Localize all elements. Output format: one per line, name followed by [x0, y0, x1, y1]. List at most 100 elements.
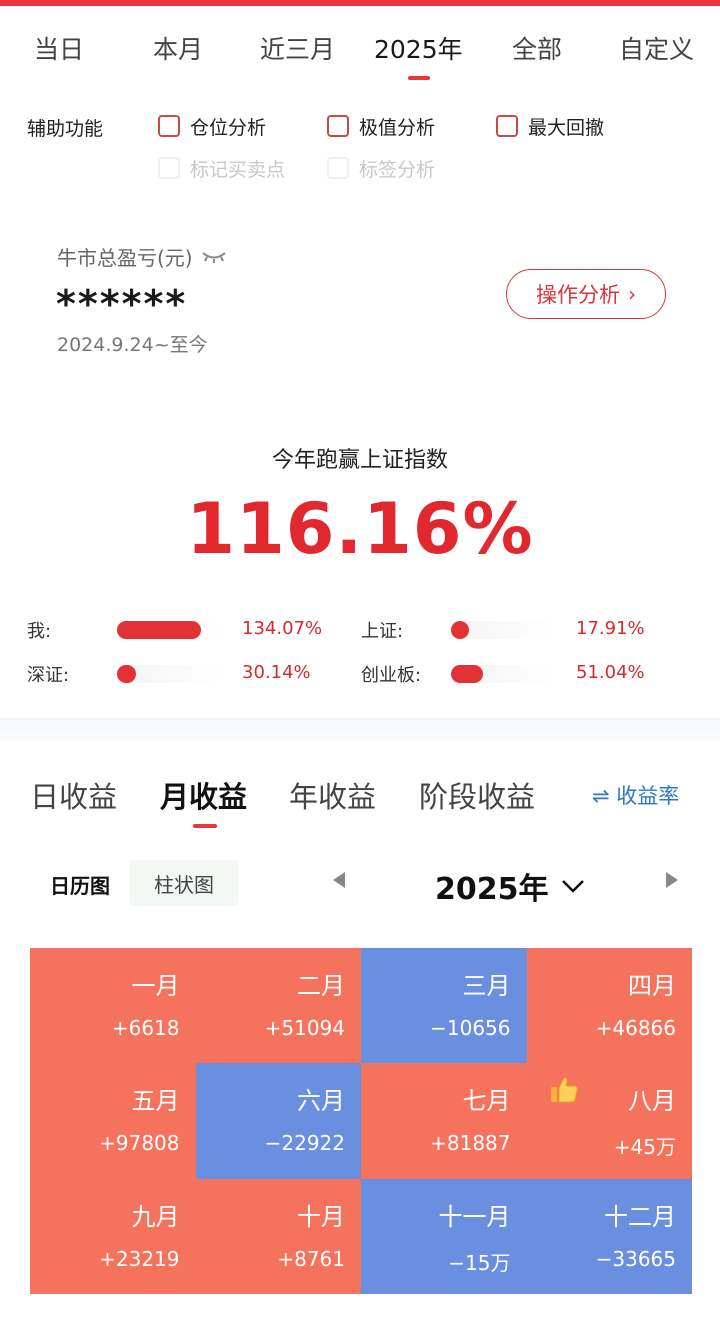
next-year-icon[interactable] — [666, 872, 678, 888]
comparison-label: 我: — [27, 621, 52, 642]
month-value: +8761 — [277, 1246, 345, 1271]
date-range: 2024.9.24~至今 — [57, 334, 208, 356]
month-value: +46866 — [595, 1016, 676, 1040]
top-accent-strip — [0, 0, 720, 6]
monthly-earnings-grid: 一月 +6618 二月 +51094 三月 −10656 四月 +46866 五… — [30, 948, 692, 1294]
comparison-pct: 51.04% — [576, 662, 645, 683]
comparison-pct: 134.07% — [242, 618, 323, 639]
extreme-analysis-checkbox[interactable] — [327, 115, 349, 137]
max-drawdown-label: 最大回撤 — [528, 116, 605, 139]
bar-chart-view-tab[interactable]: 柱状图 — [130, 860, 238, 906]
month-cell-jun[interactable]: 六月 −22922 — [195, 1063, 361, 1179]
comparison-pct: 17.91% — [576, 618, 645, 639]
month-value: −22922 — [264, 1131, 345, 1156]
tab-daily-earnings[interactable]: 日收益 — [30, 774, 117, 816]
mark-trades-option: 标记买卖点 — [158, 156, 286, 181]
tab-this-month[interactable]: 本月 — [153, 30, 203, 66]
calendar-view-tab[interactable]: 日历图 — [50, 870, 110, 899]
operation-analysis-label: 操作分析 — [536, 283, 620, 307]
comparison-bar — [117, 665, 136, 683]
comparison-track — [451, 665, 556, 683]
month-cell-jul[interactable]: 七月 +81887 — [361, 1063, 527, 1179]
position-analysis-label: 仓位分析 — [190, 116, 267, 139]
return-rate-toggle[interactable]: ⇌ 收益率 — [592, 780, 679, 810]
tag-analysis-checkbox — [327, 157, 349, 179]
extreme-analysis-option[interactable]: 极值分析 — [327, 114, 436, 139]
tab-today[interactable]: 当日 — [34, 30, 84, 66]
aux-functions-label: 辅助功能 — [27, 118, 104, 140]
tab-yearly-earnings[interactable]: 年收益 — [289, 774, 376, 816]
month-cell-mar[interactable]: 三月 −10656 — [361, 948, 527, 1064]
bull-market-pnl-text: 牛市总盈亏(元) — [57, 246, 193, 270]
month-name: 一月 — [131, 972, 180, 1000]
month-cell-apr[interactable]: 四月 +46866 — [526, 948, 692, 1064]
month-name: 三月 — [462, 972, 511, 1000]
beat-index-value: 116.16% — [186, 488, 534, 570]
month-value: −10656 — [430, 1016, 511, 1040]
mark-trades-checkbox — [158, 157, 180, 179]
month-value: +6618 — [111, 1016, 180, 1040]
comparison-me: 我: 134.07% — [27, 612, 337, 642]
comparison-shanghai: 上证: 17.91% — [361, 612, 671, 642]
comparison-bar — [117, 621, 201, 639]
chevron-down-icon — [561, 880, 584, 893]
bar-chart-view-label: 柱状图 — [154, 872, 214, 897]
month-name: 十二月 — [604, 1202, 676, 1231]
month-value: +51094 — [264, 1016, 345, 1040]
period-tabs: 当日 本月 近三月 2025年 全部 自定义 — [0, 30, 720, 80]
active-tab-indicator — [408, 76, 430, 80]
month-cell-aug[interactable]: 八月 +45万 — [526, 1063, 692, 1179]
month-name: 八月 — [628, 1087, 676, 1116]
comparison-pct: 30.14% — [242, 662, 311, 683]
month-value: +97808 — [99, 1131, 180, 1156]
comparison-bar — [451, 665, 483, 683]
month-name: 五月 — [131, 1087, 180, 1116]
month-cell-may[interactable]: 五月 +97808 — [30, 1063, 196, 1179]
max-drawdown-option[interactable]: 最大回撤 — [496, 114, 605, 139]
mark-trades-label: 标记买卖点 — [190, 158, 286, 181]
tab-monthly-earnings[interactable]: 月收益 — [160, 774, 247, 816]
month-cell-nov[interactable]: 十一月 −15万 — [361, 1178, 527, 1294]
extreme-analysis-label: 极值分析 — [359, 116, 436, 139]
max-drawdown-checkbox[interactable] — [496, 115, 518, 137]
month-value: +81887 — [430, 1131, 511, 1156]
month-name: 十月 — [297, 1202, 345, 1231]
month-cell-sep[interactable]: 九月 +23219 — [30, 1178, 196, 1294]
comparison-label: 上证: — [361, 621, 404, 642]
previous-year-icon[interactable] — [333, 872, 345, 888]
tab-stage-earnings[interactable]: 阶段收益 — [419, 774, 535, 816]
month-value: −33665 — [595, 1246, 676, 1271]
hidden-pnl-value: ****** — [56, 282, 188, 326]
month-value: +45万 — [613, 1135, 676, 1160]
comparison-chinext: 创业板: 51.04% — [361, 656, 671, 686]
month-cell-dec[interactable]: 十二月 −33665 — [526, 1178, 692, 1294]
month-cell-oct[interactable]: 十月 +8761 — [195, 1178, 361, 1294]
tab-all[interactable]: 全部 — [512, 30, 562, 66]
month-value: +23219 — [99, 1246, 180, 1271]
year-selector-label: 2025年 — [435, 872, 549, 907]
month-name: 十一月 — [438, 1202, 511, 1231]
beat-index-title: 今年跑赢上证指数 — [271, 448, 448, 473]
month-name: 四月 — [628, 972, 676, 1000]
position-analysis-option[interactable]: 仓位分析 — [158, 114, 267, 139]
month-name: 九月 — [131, 1202, 180, 1231]
tab-custom[interactable]: 自定义 — [619, 30, 694, 66]
bull-market-pnl-label: 牛市总盈亏(元) — [57, 242, 227, 271]
comparison-bar — [451, 621, 469, 639]
comparison-track — [117, 621, 222, 639]
comparison-track — [451, 621, 556, 639]
month-value: −15万 — [448, 1250, 511, 1275]
year-selector[interactable]: 2025年 — [435, 864, 585, 908]
month-cell-jan[interactable]: 一月 +6618 — [30, 948, 196, 1064]
comparison-label: 创业板: — [361, 665, 422, 686]
eye-closed-icon[interactable] — [201, 249, 227, 265]
comparison-track — [117, 665, 222, 683]
tab-year-2025[interactable]: 2025年 — [374, 30, 463, 66]
chevron-right-icon: › — [628, 282, 636, 306]
month-cell-feb[interactable]: 二月 +51094 — [195, 948, 361, 1064]
operation-analysis-button[interactable]: 操作分析 › — [506, 269, 666, 319]
tab-last-three-months[interactable]: 近三月 — [260, 30, 335, 66]
comparison-label: 深证: — [27, 665, 70, 686]
tag-analysis-option: 标签分析 — [327, 156, 435, 181]
position-analysis-checkbox[interactable] — [158, 115, 180, 137]
